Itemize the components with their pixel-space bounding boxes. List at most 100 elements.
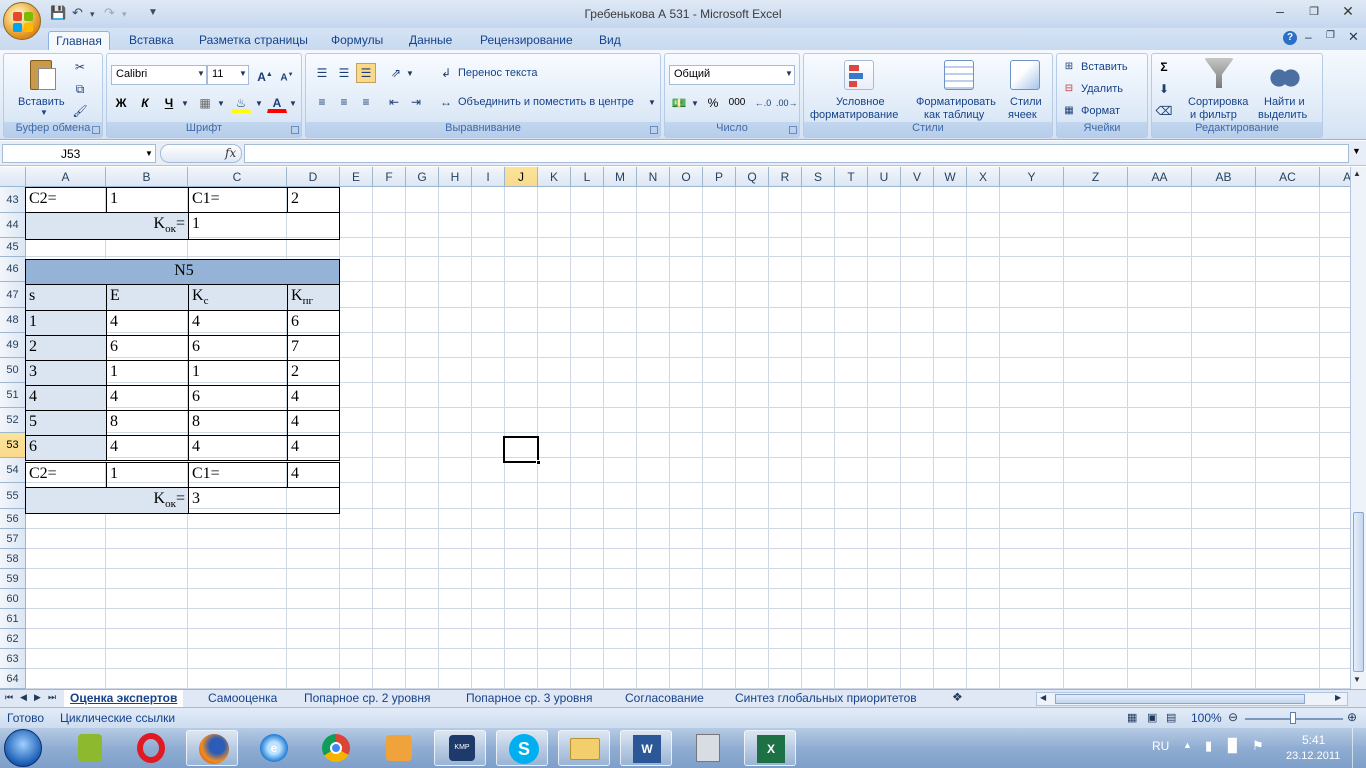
number-format-dropdown-icon[interactable]: ▼ — [785, 69, 793, 78]
column-header-G[interactable]: G — [406, 167, 439, 187]
start-button[interactable] — [4, 729, 42, 767]
column-header-K[interactable]: K — [538, 167, 571, 187]
alignment-launcher-icon[interactable] — [650, 126, 658, 134]
close-button[interactable]: ✕ — [1333, 3, 1363, 20]
column-header-Y[interactable]: Y — [1000, 167, 1064, 187]
find-select-label-2[interactable]: выделить — [1258, 109, 1307, 121]
opera-icon[interactable] — [125, 730, 177, 766]
conditional-formatting-icon[interactable] — [844, 60, 874, 90]
insert-cells-icon[interactable]: ⊞ — [1059, 57, 1079, 77]
tab-review[interactable]: Рецензирование — [480, 31, 573, 50]
cell-C49[interactable]: 6 — [188, 335, 288, 361]
find-select-icon[interactable] — [1270, 60, 1300, 90]
row-header-55[interactable]: 55 — [0, 483, 26, 509]
column-header-A[interactable]: A — [26, 167, 106, 187]
ribbon-minimize-icon[interactable]: – — [1305, 30, 1312, 44]
cell-D51[interactable]: 4 — [287, 385, 340, 411]
show-hidden-icons[interactable]: ▲ — [1183, 740, 1192, 750]
minimize-button[interactable]: – — [1265, 3, 1295, 19]
tab-formulas[interactable]: Формулы — [331, 31, 383, 50]
align-bottom-icon[interactable]: ☰ — [356, 63, 376, 83]
column-header-AB[interactable]: AB — [1192, 167, 1256, 187]
action-center-icon[interactable]: ⚑ — [1252, 738, 1264, 754]
cell-B53[interactable]: 4 — [106, 435, 189, 461]
network-icon[interactable]: ▉ — [1228, 738, 1238, 754]
fill-color-icon[interactable]: ♨ — [231, 93, 251, 113]
status-circular-refs[interactable]: Циклические ссылки — [60, 711, 175, 725]
column-header-M[interactable]: M — [604, 167, 637, 187]
cell-styles-label-2[interactable]: ячеек — [1008, 109, 1037, 121]
redo-dropdown-icon[interactable]: ▾ — [122, 9, 127, 20]
cell-D43[interactable]: 2 — [287, 187, 340, 213]
fill-color-dropdown-icon[interactable]: ▼ — [255, 99, 263, 108]
column-header-J[interactable]: J — [505, 167, 538, 187]
ribbon-restore-icon[interactable]: ❐ — [1326, 30, 1335, 41]
row-header-45[interactable]: 45 — [0, 238, 26, 257]
cell-A43[interactable]: C2= — [25, 187, 107, 213]
cell-B51[interactable]: 4 — [106, 385, 189, 411]
customize-qat-icon[interactable]: ▼ — [148, 7, 158, 18]
cell-B49[interactable]: 6 — [106, 335, 189, 361]
conditional-formatting-label[interactable]: Условное — [836, 96, 885, 108]
format-cells-button[interactable]: Формат — [1081, 105, 1120, 117]
active-cell-selection[interactable] — [503, 436, 541, 465]
language-indicator[interactable]: RU — [1152, 739, 1169, 753]
percent-button[interactable]: % — [703, 93, 723, 113]
page-layout-view-icon[interactable]: ▣ — [1147, 711, 1157, 724]
row-header-63[interactable]: 63 — [0, 649, 26, 669]
name-box[interactable]: J53 — [2, 144, 156, 163]
cell-C54[interactable]: C1= — [188, 462, 288, 488]
row-header-46[interactable]: 46 — [0, 257, 26, 282]
cell-D53[interactable]: 4 — [287, 435, 340, 461]
excel-icon[interactable]: X — [744, 730, 796, 766]
copy-icon[interactable]: ⧉ — [70, 79, 90, 99]
merge-center-button[interactable]: Объединить и поместить в центре — [458, 96, 634, 108]
font-color-icon[interactable]: A — [267, 93, 287, 113]
font-color-dropdown-icon[interactable]: ▼ — [289, 99, 297, 108]
column-header-D[interactable]: D — [287, 167, 340, 187]
paste-label[interactable]: Вставить — [18, 96, 65, 108]
sheet-tab-experts[interactable]: Оценка экспертов — [64, 690, 184, 707]
cell-styles-icon[interactable] — [1010, 60, 1040, 90]
align-left-icon[interactable]: ≡ — [312, 92, 332, 112]
column-header-AC[interactable]: AC — [1256, 167, 1320, 187]
format-cells-icon[interactable]: ▦ — [1059, 101, 1079, 121]
sheet-tab-agreement[interactable]: Согласование — [625, 690, 704, 707]
find-select-label[interactable]: Найти и — [1264, 96, 1305, 108]
column-header-I[interactable]: I — [472, 167, 505, 187]
grow-font-icon[interactable]: A▲ — [255, 65, 275, 85]
currency-icon[interactable]: 💵 — [669, 93, 689, 113]
zoom-in-icon[interactable]: ⊕ — [1347, 710, 1357, 724]
column-header-F[interactable]: F — [373, 167, 406, 187]
paste-dropdown-icon[interactable]: ▼ — [40, 108, 48, 117]
horizontal-scrollbar[interactable]: ◀ ▶ — [1036, 692, 1348, 706]
scroll-down-icon[interactable]: ▼ — [1353, 675, 1361, 684]
tab-data[interactable]: Данные — [409, 31, 452, 50]
column-header-U[interactable]: U — [868, 167, 901, 187]
sheet-tab-pair-2[interactable]: Попарное ср. 2 уровня — [304, 690, 431, 707]
cell-styles-label[interactable]: Стили — [1010, 96, 1042, 108]
restore-button[interactable]: ❐ — [1299, 5, 1329, 18]
font-name-select[interactable]: Calibri — [111, 65, 207, 85]
redo-icon[interactable]: ↷ — [104, 5, 115, 21]
select-all-corner[interactable] — [0, 167, 26, 187]
cell-D54[interactable]: 4 — [287, 462, 340, 488]
ribbon-close-icon[interactable]: ✕ — [1348, 29, 1359, 45]
column-header-H[interactable]: H — [439, 167, 472, 187]
scroll-up-icon[interactable]: ▲ — [1353, 169, 1361, 178]
column-header-B[interactable]: B — [106, 167, 188, 187]
clear-icon[interactable]: ⌫ — [1154, 101, 1174, 121]
column-header-E[interactable]: E — [340, 167, 373, 187]
italic-button[interactable]: К — [135, 93, 155, 113]
cell-C55[interactable]: 3 — [188, 487, 340, 514]
shrink-font-icon[interactable]: A▼ — [277, 65, 297, 85]
row-header-61[interactable]: 61 — [0, 609, 26, 629]
cell-C44[interactable]: 1 — [188, 212, 340, 240]
number-launcher-icon[interactable] — [789, 126, 797, 134]
cell-B54[interactable]: 1 — [106, 462, 189, 488]
cell-A54[interactable]: C2= — [25, 462, 107, 488]
column-header-N[interactable]: N — [637, 167, 670, 187]
skype-icon[interactable]: S — [496, 730, 548, 766]
cell-A47[interactable]: s — [25, 284, 107, 311]
cell-B43[interactable]: 1 — [106, 187, 189, 213]
